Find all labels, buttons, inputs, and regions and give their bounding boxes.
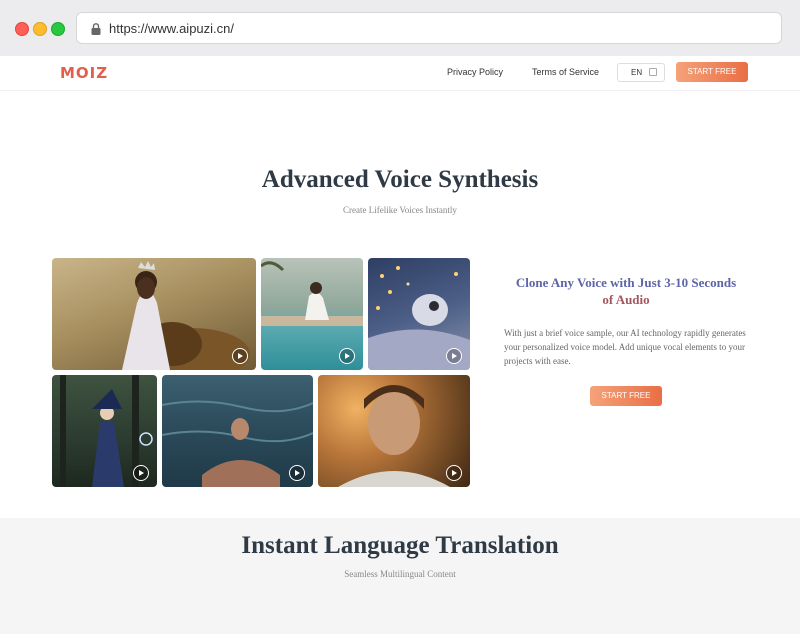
maximize-window-button[interactable] — [51, 22, 65, 36]
language-selector[interactable]: EN — [617, 63, 665, 82]
play-icon[interactable] — [446, 348, 462, 364]
address-bar[interactable]: https://www.aipuzi.cn/ — [76, 12, 782, 44]
translation-section-subtitle: Seamless Multilingual Content — [344, 569, 456, 579]
browser-toolbar: https://www.aipuzi.cn/ — [0, 0, 800, 56]
video-tile-woman-by-pool[interactable] — [261, 258, 363, 370]
feature-title-part1: Clone Any Voice with Just 3-10 Seconds — [515, 275, 737, 290]
feature-description: With just a brief voice sample, our AI t… — [504, 328, 746, 366]
video-tile-queen-with-lion[interactable] — [52, 258, 256, 370]
logo[interactable]: MOIZ — [60, 64, 108, 82]
queen-with-lion-thumbnail — [122, 261, 250, 370]
feature-title: Clone Any Voice with Just 3-10 Seconds o… — [502, 274, 750, 308]
site-header: MOIZ Privacy Policy Terms of Service EN … — [0, 56, 800, 91]
start-free-button-feature[interactable]: START FREE — [590, 386, 662, 406]
translation-section-title: Instant Language Translation — [241, 532, 559, 559]
start-free-button-header[interactable]: START FREE — [676, 62, 748, 82]
hero-title: Advanced Voice Synthesis — [261, 166, 539, 193]
play-icon[interactable] — [339, 348, 355, 364]
video-tile-witch-in-forest[interactable] — [52, 375, 157, 487]
hero-subtitle: Create Lifelike Voices Instantly — [343, 205, 457, 215]
play-icon[interactable] — [133, 465, 149, 481]
translate-icon — [649, 68, 657, 76]
close-window-button[interactable] — [15, 22, 29, 36]
feature-title-part2: of Audio — [602, 292, 650, 307]
video-tile-plush-toy-bedroom[interactable] — [368, 258, 470, 370]
privacy-policy-link[interactable]: Privacy Policy — [447, 67, 503, 77]
play-icon[interactable] — [289, 465, 305, 481]
play-icon[interactable] — [446, 465, 462, 481]
terms-of-service-link[interactable]: Terms of Service — [532, 67, 599, 77]
play-icon[interactable] — [232, 348, 248, 364]
minimize-window-button[interactable] — [33, 22, 47, 36]
video-tile-woman-portrait[interactable] — [318, 375, 470, 487]
video-tile-man-in-water[interactable] — [162, 375, 313, 487]
url-text: https://www.aipuzi.cn/ — [109, 21, 234, 36]
lock-icon — [91, 23, 101, 35]
language-label: EN — [631, 68, 643, 77]
